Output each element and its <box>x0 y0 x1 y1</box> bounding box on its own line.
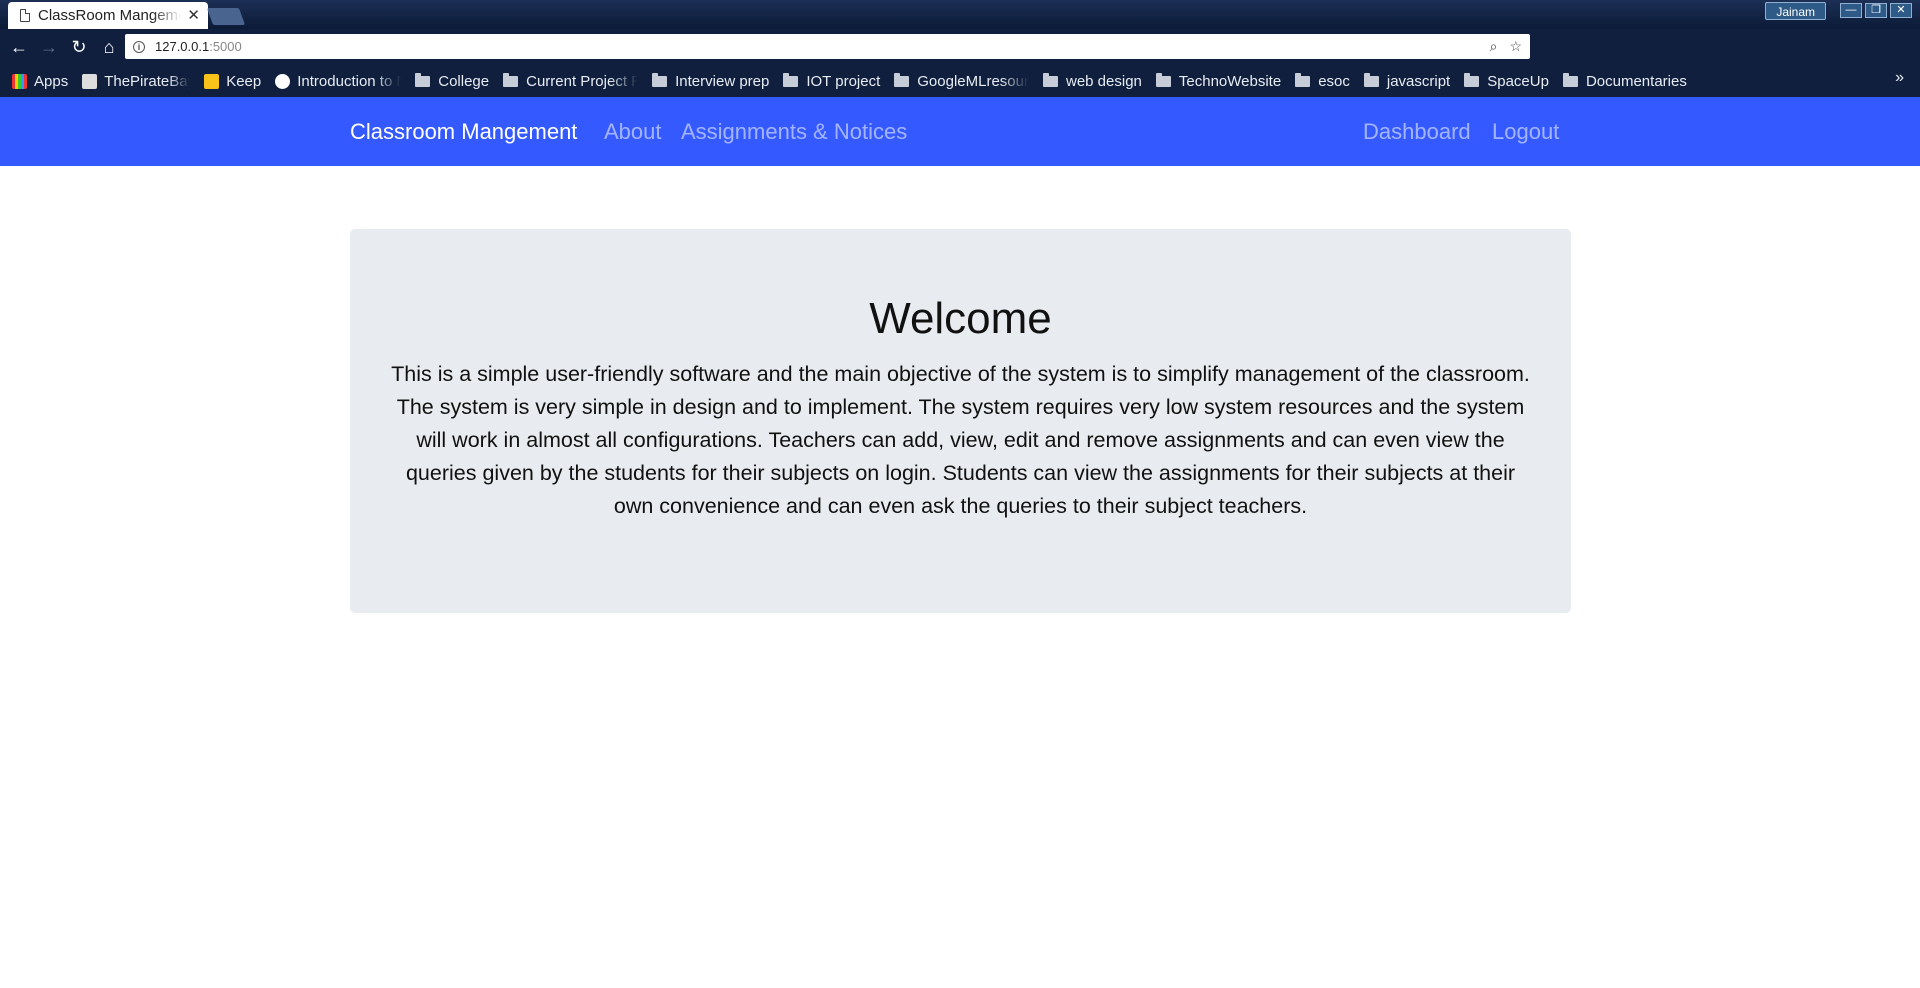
bookmark-folder-current-project[interactable]: Current Project R <box>503 72 639 90</box>
bookmark-label: ThePirateBay-pr <box>104 72 190 90</box>
browser-tab[interactable]: ClassRoom Mangement ✕ <box>8 2 208 29</box>
browser-toolbar: ← → ↻ ⌂ i 127.0.0.1:5000 ⌕ ☆ ✋ ▲ S ● G G… <box>0 29 1920 82</box>
bookmark-label: Documentaries <box>1585 72 1687 90</box>
keep-icon <box>204 73 220 89</box>
more-bookmarks-icon[interactable]: » <box>1895 69 1904 87</box>
site-brand[interactable]: Classroom Mangement <box>350 119 577 145</box>
back-icon[interactable]: ← <box>8 36 30 58</box>
globe-icon <box>275 73 291 89</box>
home-icon[interactable]: ⌂ <box>98 36 120 58</box>
bookmark-label: College <box>438 72 490 90</box>
bookmark-label: TechnoWebsite <box>1178 72 1282 90</box>
bookmark-folder-documentaries[interactable]: Documentaries <box>1562 72 1687 90</box>
bookmark-label: esoc <box>1318 72 1350 90</box>
folder-icon <box>1043 72 1058 87</box>
folder-icon <box>1363 72 1379 87</box>
welcome-description: This is a simple user-friendly software … <box>391 362 1530 518</box>
bookmark-label: Interview prep <box>675 72 770 90</box>
bookmark-label: IOT project <box>806 72 881 90</box>
bookmark-label: Keep <box>226 72 262 90</box>
folder-icon <box>503 72 519 87</box>
folder-icon <box>1295 72 1311 87</box>
tab-title: ClassRoom Mangement <box>38 7 181 24</box>
restore-icon[interactable]: ❐ <box>1865 3 1887 18</box>
new-tab-button[interactable] <box>206 8 246 25</box>
folder-icon <box>1562 72 1578 87</box>
window-close-icon[interactable]: ✕ <box>1890 3 1912 18</box>
bookmark-folder-javascript[interactable]: javascript <box>1363 72 1451 90</box>
welcome-jumbotron: Welcome This is a simple user-friendly s… <box>350 229 1571 613</box>
profile-button[interactable]: Jainam <box>1765 2 1826 20</box>
bookmark-introduction[interactable]: Introduction to M <box>275 73 401 90</box>
minimize-icon[interactable]: — <box>1840 3 1862 18</box>
bookmark-label: javascript <box>1386 72 1451 90</box>
bookmark-folder-web-design[interactable]: web design <box>1043 72 1142 90</box>
bookmark-label: Apps <box>34 72 69 90</box>
url-port: :5000 <box>209 39 242 54</box>
folder-icon <box>415 72 431 87</box>
bookmark-folder-esoc[interactable]: esoc <box>1295 72 1350 90</box>
bookmark-label: SpaceUp <box>1487 72 1549 90</box>
site-navbar: Classroom Mangement About Assignments & … <box>0 97 1920 166</box>
bookmark-apps[interactable]: Apps <box>12 73 68 90</box>
bookmark-label: web design <box>1066 72 1142 90</box>
apps-grid-icon <box>12 73 27 89</box>
folder-icon <box>1155 72 1171 87</box>
bookmarks-bar: Apps ThePirateBay-pr Keep Introduction t… <box>0 65 1920 97</box>
bookmark-star-icon[interactable]: ☆ <box>1509 38 1522 55</box>
folder-icon <box>783 72 799 87</box>
reload-icon[interactable]: ↻ <box>68 36 90 58</box>
nav-about[interactable]: About <box>604 119 662 145</box>
nav-dashboard[interactable]: Dashboard <box>1363 119 1471 145</box>
bookmark-label: Introduction to M <box>297 72 402 90</box>
browser-titlebar: ClassRoom Mangement ✕ Jainam — ❐ ✕ <box>0 0 1920 29</box>
forward-icon[interactable]: → <box>38 36 60 58</box>
nav-assignments-notices[interactable]: Assignments & Notices <box>681 119 907 145</box>
folder-icon <box>894 72 910 87</box>
folder-icon <box>652 72 668 87</box>
bookmark-label: GoogleMLresour <box>917 72 1029 90</box>
bookmark-folder-googleml[interactable]: GoogleMLresour <box>894 72 1029 90</box>
page-icon <box>20 9 30 22</box>
bookmark-folder-technowebsite[interactable]: TechnoWebsite <box>1155 72 1282 90</box>
bookmark-folder-college[interactable]: College <box>415 72 490 90</box>
bookmark-folder-iot-project[interactable]: IOT project <box>783 72 881 90</box>
bookmark-folder-interview-prep[interactable]: Interview prep <box>652 72 770 90</box>
address-bar[interactable]: i 127.0.0.1:5000 ⌕ ☆ <box>125 34 1530 59</box>
bookmark-piratebay[interactable]: ThePirateBay-pr <box>82 73 190 90</box>
tab-close-icon[interactable]: ✕ <box>187 8 200 23</box>
piratebay-icon <box>82 73 98 89</box>
url-host: 127.0.0.1 <box>155 39 210 54</box>
bookmark-label: Current Project R <box>526 72 639 90</box>
folder-icon <box>1464 72 1480 87</box>
bookmark-folder-spaceup[interactable]: SpaceUp <box>1464 72 1549 90</box>
zoom-icon[interactable]: ⌕ <box>1490 38 1498 55</box>
nav-logout[interactable]: Logout <box>1492 119 1559 145</box>
bookmark-keep[interactable]: Keep <box>204 73 261 90</box>
site-info-icon[interactable]: i <box>133 40 145 53</box>
welcome-heading: Welcome <box>869 294 1052 343</box>
